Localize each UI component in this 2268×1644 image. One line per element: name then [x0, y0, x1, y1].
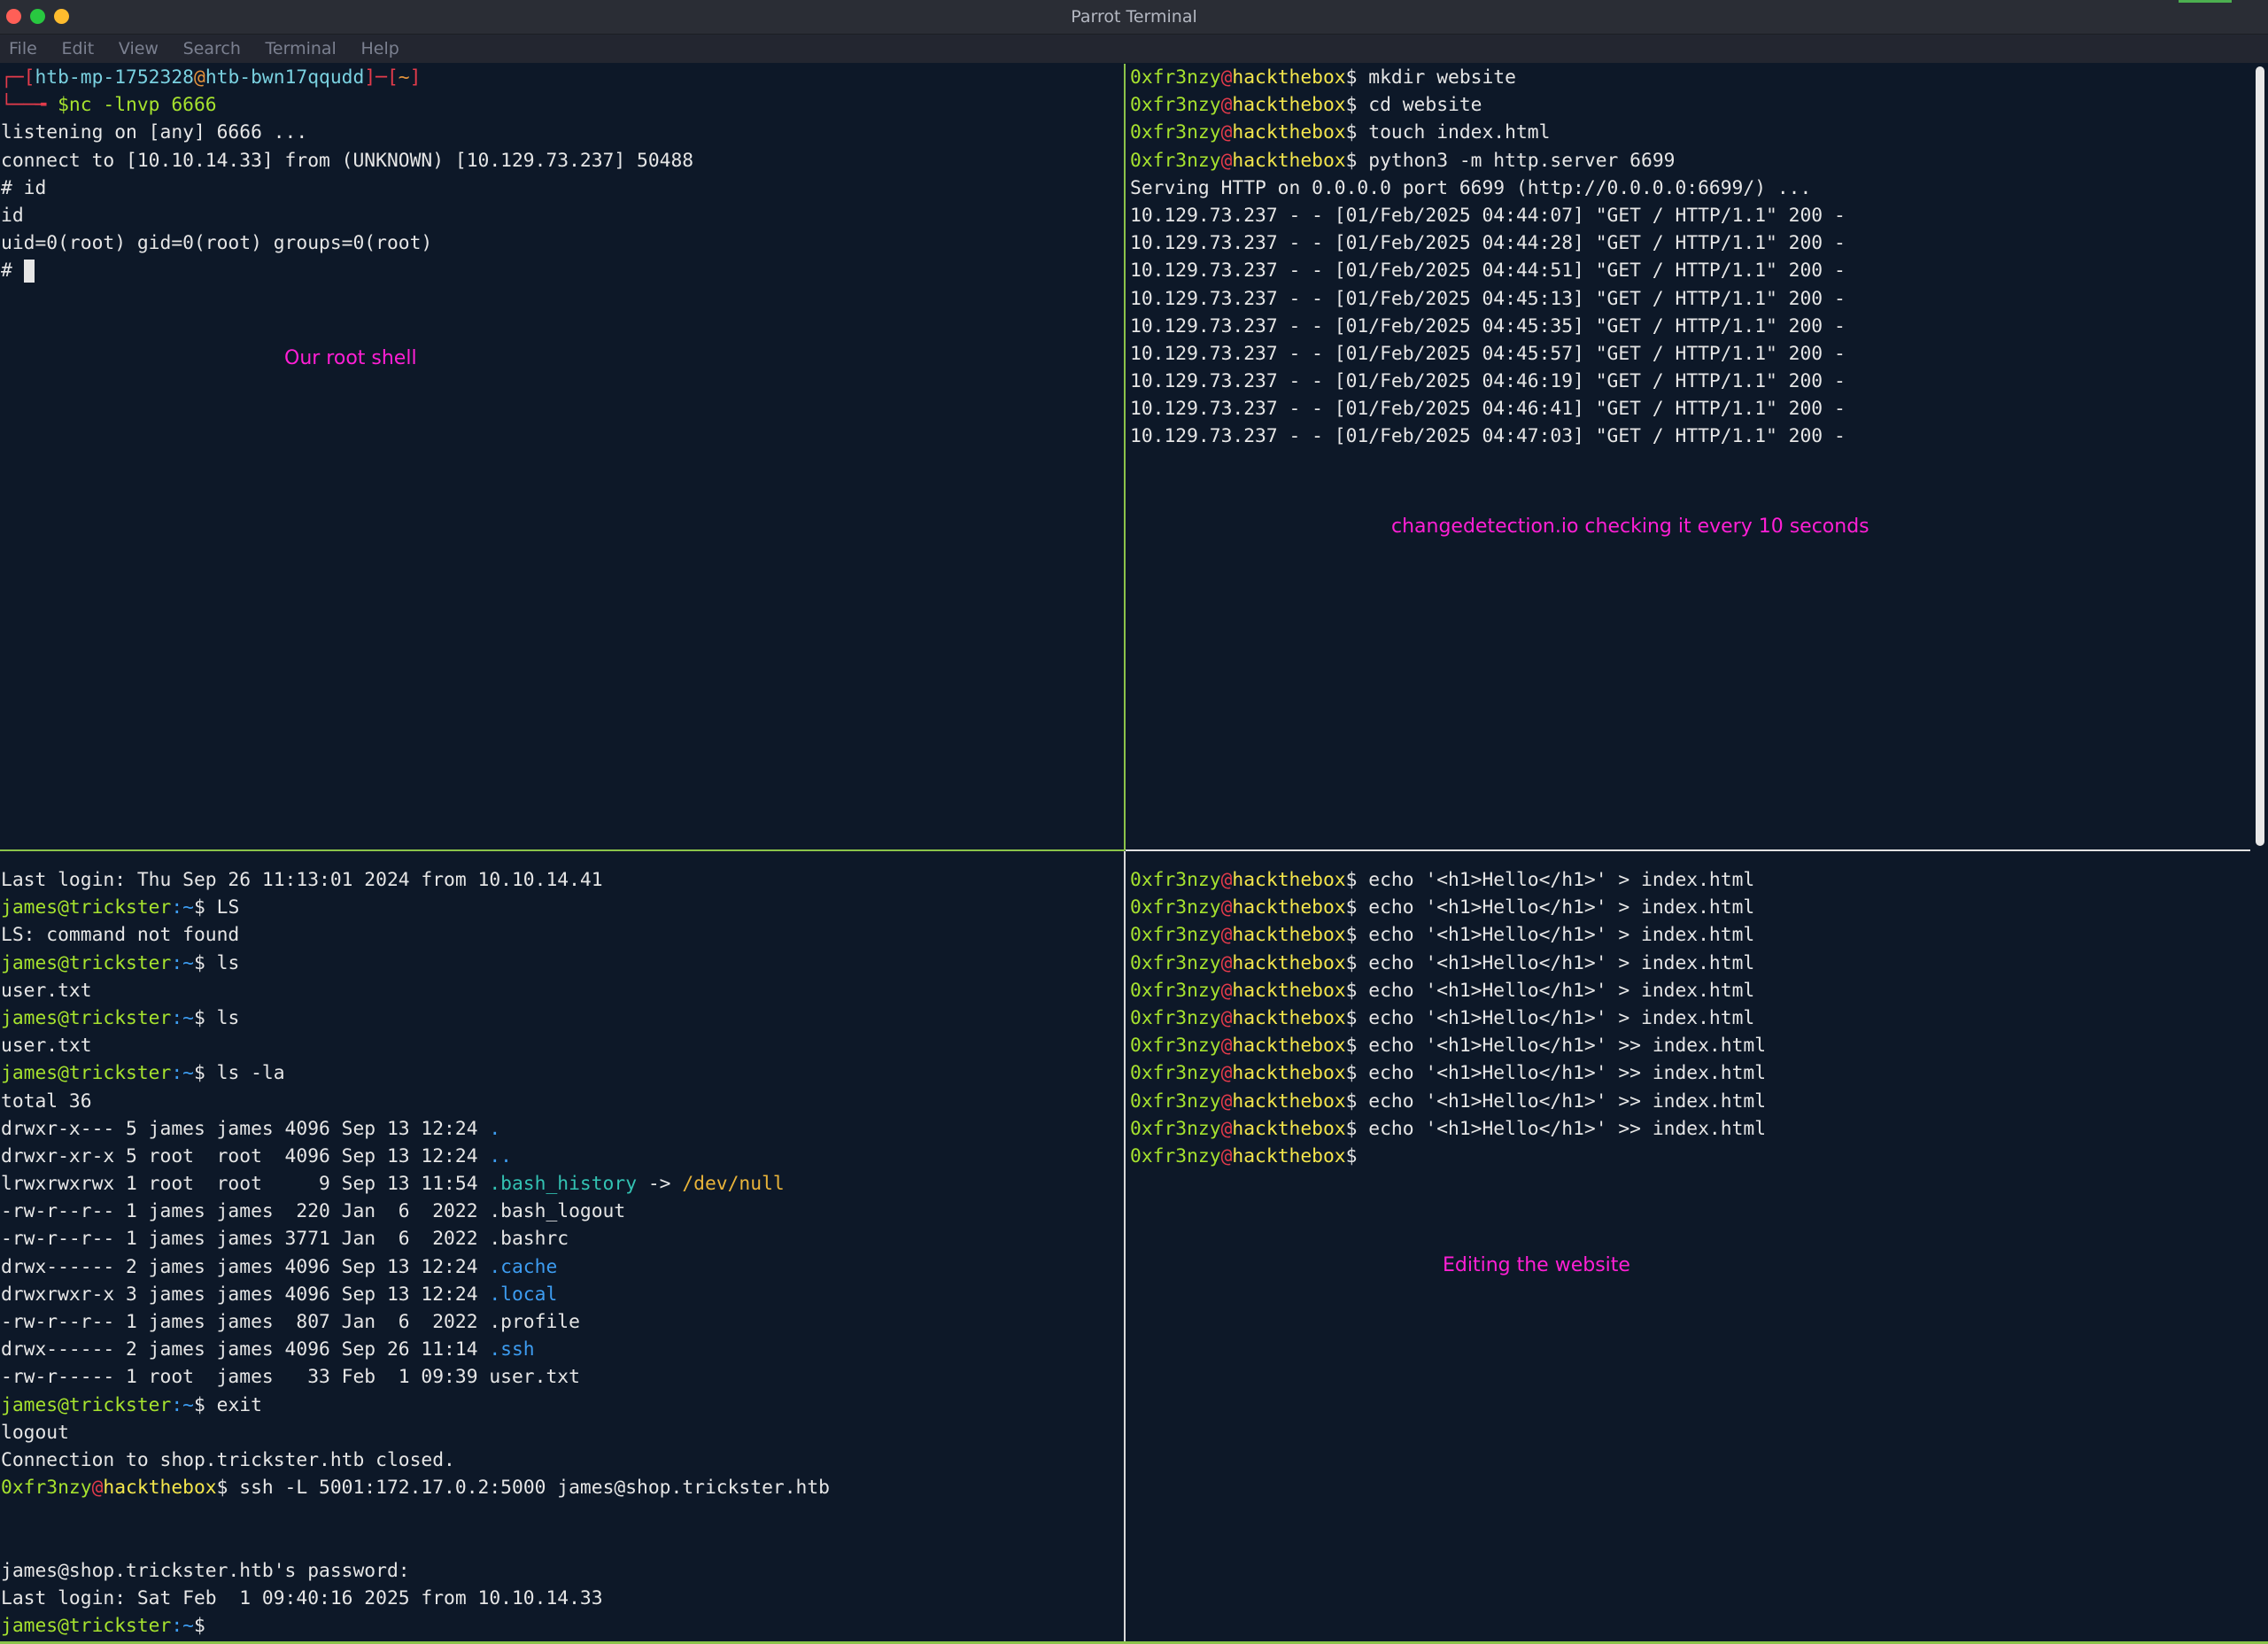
http-log-line: 10.129.73.237 - - [01/Feb/2025 04:44:07]… — [1130, 204, 1846, 227]
command-line: 0xfr3nzy@hackthebox$ echo '<h1>Hello</h1… — [1130, 1117, 1767, 1140]
command-line: 0xfr3nzy@hackthebox$ echo '<h1>Hello</h1… — [1130, 869, 1755, 891]
command-line: james@trickster:~$ ls -la — [1, 1062, 285, 1085]
command-line: 0xfr3nzy@hackthebox$ echo '<h1>Hello</h1… — [1130, 1006, 1755, 1029]
output-line: # id — [1, 176, 47, 199]
command-line: 0xfr3nzy@hackthebox$ echo '<h1>Hello</h1… — [1130, 1090, 1767, 1113]
command-line: 0xfr3nzy@hackthebox$ echo '<h1>Hello</h1… — [1130, 1062, 1767, 1085]
http-log-line: 10.129.73.237 - - [01/Feb/2025 04:45:13]… — [1130, 287, 1846, 310]
command-line: james@trickster:~$ exit — [1, 1393, 262, 1416]
command-line: 0xfr3nzy@hackthebox$ — [1130, 1144, 1358, 1167]
annotation-root-shell: Our root shell — [284, 347, 417, 369]
command-line: 0xfr3nzy@hackthebox$ cd website — [1130, 94, 1482, 117]
command-line: james@trickster:~$ LS — [1, 896, 240, 919]
http-log-line: 10.129.73.237 - - [01/Feb/2025 04:47:03]… — [1130, 425, 1846, 448]
output-line: Last login: Sat Feb 1 09:40:16 2025 from… — [1, 1586, 603, 1609]
command-line: 0xfr3nzy@hackthebox$ mkdir website — [1130, 66, 1516, 89]
output-line: listening on [any] 6666 ... — [1, 121, 308, 144]
command-line: 0xfr3nzy@hackthebox$ echo '<h1>Hello</h1… — [1130, 951, 1755, 974]
http-log-line: 10.129.73.237 - - [01/Feb/2025 04:44:51]… — [1130, 260, 1846, 283]
menu-help[interactable]: Help — [360, 35, 399, 63]
menu-edit[interactable]: Edit — [61, 35, 94, 63]
http-log-line: 10.129.73.237 - - [01/Feb/2025 04:46:19]… — [1130, 370, 1846, 393]
command-line: 0xfr3nzy@hackthebox$ echo '<h1>Hello</h1… — [1130, 896, 1755, 919]
pane-divider-vertical[interactable] — [1124, 64, 1126, 850]
window-title: Parrot Terminal — [1071, 7, 1197, 27]
output-line: Serving HTTP on 0.0.0.0 port 6699 (http:… — [1130, 176, 1812, 199]
output-line: Connection to shop.trickster.htb closed. — [1, 1448, 455, 1471]
prompt-line: ┌─[htb-mp-1752328@htb-bwn17qqudd]─[~] — [1, 66, 422, 89]
http-log-line: 10.129.73.237 - - [01/Feb/2025 04:45:35]… — [1130, 314, 1846, 337]
root-prompt-line: # — [1, 257, 693, 284]
output-line: total 36 — [1, 1090, 92, 1113]
command-line: james@trickster:~$ ls — [1, 951, 240, 974]
command-line: james@trickster:~$ ls — [1, 1006, 240, 1029]
output-line: connect to [10.10.14.33] from (UNKNOWN) … — [1, 149, 694, 172]
command-line: └──╼ $nc -lnvp 6666 — [1, 94, 217, 117]
output-line: id — [1, 204, 24, 227]
listing-row: -rw-r----- 1 root james 33 Feb 1 09:39 u… — [1, 1366, 580, 1389]
listing-row: drwx------ 2 james james 4096 Sep 26 11:… — [1, 1338, 535, 1361]
output-line: logout — [1, 1421, 69, 1444]
terminal-pane-top-right[interactable]: 0xfr3nzy@hackthebox$ mkdir website 0xfr3… — [1129, 64, 2252, 849]
pane-divider-vertical-lower[interactable] — [1124, 851, 1126, 1641]
output-line: user.txt — [1, 979, 92, 1002]
activity-indicator — [2179, 0, 2232, 3]
listing-row: -rw-r--r-- 1 james james 3771 Jan 6 2022… — [1, 1228, 569, 1251]
listing-row: -rw-r--r-- 1 james james 807 Jan 6 2022 … — [1, 1311, 580, 1333]
annotation-editing-website: Editing the website — [1443, 1254, 1630, 1276]
http-log-line: 10.129.73.237 - - [01/Feb/2025 04:46:41]… — [1130, 398, 1846, 421]
command-line: 0xfr3nzy@hackthebox$ echo '<h1>Hello</h1… — [1130, 1035, 1767, 1058]
output-line: user.txt — [1, 1035, 92, 1058]
menu-file[interactable]: File — [9, 35, 37, 63]
menu-terminal[interactable]: Terminal — [266, 35, 337, 63]
terminal-pane-bottom-right[interactable]: 0xfr3nzy@hackthebox$ echo '<h1>Hello</h1… — [1129, 852, 2252, 1641]
menu-bar: File Edit View Search Terminal Help — [0, 35, 2268, 63]
window-titlebar: Parrot Terminal — [0, 0, 2268, 35]
output-line: uid=0(root) gid=0(root) groups=0(root) — [1, 232, 433, 255]
http-log-line: 10.129.73.237 - - [01/Feb/2025 04:45:57]… — [1130, 342, 1846, 365]
output-line: james@shop.trickster.htb's password: — [1, 1559, 410, 1582]
command-line: 0xfr3nzy@hackthebox$ echo '<h1>Hello</h1… — [1130, 924, 1755, 947]
terminal-pane-bottom-left[interactable]: Last login: Thu Sep 26 11:13:01 2024 fro… — [0, 852, 1123, 1641]
pane-divider-horizontal-right[interactable] — [1126, 849, 2250, 851]
annotation-changedetection: changedetection.io checking it every 10 … — [1391, 516, 1869, 538]
scrollbar-top-right[interactable] — [2256, 66, 2264, 846]
menu-view[interactable]: View — [119, 35, 159, 63]
command-line: 0xfr3nzy@hackthebox$ ssh -L 5001:172.17.… — [1, 1477, 831, 1500]
listing-row: -rw-r--r-- 1 james james 220 Jan 6 2022 … — [1, 1200, 626, 1223]
listing-row: drwx------ 2 james james 4096 Sep 13 12:… — [1, 1255, 558, 1278]
listing-row: drwxr-x--- 5 james james 4096 Sep 13 12:… — [1, 1117, 501, 1140]
command-line: 0xfr3nzy@hackthebox$ echo '<h1>Hello</h1… — [1130, 979, 1755, 1002]
listing-row: lrwxrwxrwx 1 root root 9 Sep 13 11:54 .b… — [1, 1173, 785, 1196]
command-line: 0xfr3nzy@hackthebox$ python3 -m http.ser… — [1130, 149, 1676, 172]
command-line: james@trickster:~$ — [1, 1615, 217, 1638]
http-log-line: 10.129.73.237 - - [01/Feb/2025 04:44:28]… — [1130, 232, 1846, 255]
terminal-pane-top-left[interactable]: ┌─[htb-mp-1752328@htb-bwn17qqudd]─[~] └─… — [0, 64, 1123, 849]
menu-search[interactable]: Search — [183, 35, 241, 63]
pane-divider-horizontal-left[interactable] — [0, 849, 1125, 851]
output-line: Last login: Thu Sep 26 11:13:01 2024 fro… — [1, 869, 603, 891]
listing-row: drwxr-xr-x 5 root root 4096 Sep 13 12:24… — [1, 1144, 512, 1167]
listing-row: drwxrwxr-x 3 james james 4096 Sep 13 12:… — [1, 1283, 558, 1306]
command-line: 0xfr3nzy@hackthebox$ touch index.html — [1130, 121, 1551, 144]
output-line: LS: command not found — [1, 924, 240, 947]
terminal-cursor — [23, 260, 35, 283]
